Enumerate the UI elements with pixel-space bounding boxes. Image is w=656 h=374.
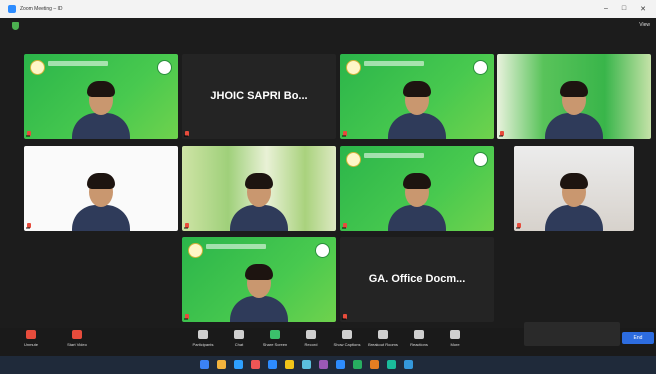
taskbar-app-icon[interactable] <box>200 360 209 369</box>
start-video-button[interactable]: Start Video <box>62 330 92 347</box>
close-button[interactable]: ✕ <box>640 5 646 13</box>
control-label: More <box>450 342 460 347</box>
participant-name-tag <box>184 135 188 137</box>
participant-video <box>543 79 605 139</box>
tile-7[interactable] <box>340 146 494 231</box>
unmute-icon <box>26 330 36 339</box>
record-button[interactable]: Record <box>296 330 326 347</box>
taskbar-app-icon[interactable] <box>217 360 226 369</box>
chat-preview[interactable] <box>524 322 620 346</box>
taskbar-app-icon[interactable] <box>404 360 413 369</box>
control-label: Participants <box>192 342 214 347</box>
participant-video <box>386 171 448 231</box>
participants-button[interactable]: Participants <box>188 330 218 347</box>
zoom-app-icon <box>8 5 16 13</box>
participant-name-tag <box>184 227 188 229</box>
control-label: Chat <box>234 342 244 347</box>
tile-2[interactable]: JHOIC SAPRI Bo... <box>182 54 336 139</box>
taskbar-app-icon[interactable] <box>285 360 294 369</box>
participant-display-name: JHOIC SAPRI Bo... <box>210 90 308 102</box>
tile-1[interactable] <box>24 54 178 139</box>
control-label: Reactions <box>410 342 428 347</box>
more-button[interactable]: More <box>440 330 470 347</box>
end-button[interactable]: End <box>622 332 654 344</box>
window-controls: – □ ✕ <box>604 5 646 13</box>
partner-logo-icon <box>473 60 488 75</box>
unmute-button[interactable]: Unmute <box>16 330 46 347</box>
institution-logo-icon <box>346 60 361 75</box>
participant-video <box>543 171 605 231</box>
virtual-background-banner <box>364 153 424 158</box>
participant-video <box>386 79 448 139</box>
partner-logo-icon <box>473 152 488 167</box>
tile-10[interactable]: GA. Office Docm... <box>340 237 494 322</box>
participant-name-tag <box>342 318 346 320</box>
control-label: Breakout Rooms <box>368 342 398 347</box>
share-screen-button[interactable]: Share Screen <box>260 330 290 347</box>
zoom-window: Zoom Meeting – ID – □ ✕ View JHOIC SAPRI… <box>0 0 656 374</box>
participant-video <box>228 262 290 322</box>
reactions-icon <box>414 330 424 339</box>
participant-name-tag <box>184 318 188 320</box>
tile-4[interactable] <box>497 54 651 139</box>
participant-video <box>70 79 132 139</box>
window-title: Zoom Meeting – ID <box>20 6 63 12</box>
taskbar-app-icon[interactable] <box>234 360 243 369</box>
control-label: Share Screen <box>262 342 288 347</box>
institution-logo-icon <box>30 60 45 75</box>
windows-taskbar <box>0 356 656 374</box>
meeting-top-bar: View <box>0 18 656 36</box>
taskbar-app-icon[interactable] <box>302 360 311 369</box>
taskbar-app-icon[interactable] <box>251 360 260 369</box>
tile-3[interactable] <box>340 54 494 139</box>
more-icon <box>450 330 460 339</box>
tile-9[interactable] <box>182 237 336 322</box>
view-button[interactable]: View <box>639 22 650 28</box>
shield-icon[interactable] <box>12 22 19 30</box>
participant-name-tag <box>26 227 30 229</box>
tile-5[interactable] <box>24 146 178 231</box>
maximize-button[interactable]: □ <box>622 5 626 13</box>
chat-button[interactable]: Chat <box>224 330 254 347</box>
record-icon <box>306 330 316 339</box>
control-label: Show Captions <box>333 342 361 347</box>
control-label: Unmute <box>23 342 38 347</box>
institution-logo-icon <box>346 152 361 167</box>
share-screen-icon <box>270 330 280 339</box>
taskbar-app-icon[interactable] <box>370 360 379 369</box>
taskbar-app-icon[interactable] <box>336 360 345 369</box>
participant-video <box>70 171 132 231</box>
participant-name-tag <box>26 135 30 137</box>
participant-display-name: GA. Office Docm... <box>368 273 466 285</box>
participant-name-tag <box>342 227 346 229</box>
participant-name-tag <box>499 135 503 137</box>
tile-6[interactable] <box>182 146 336 231</box>
show-captions-icon <box>342 330 352 339</box>
participant-video <box>228 171 290 231</box>
chat-icon <box>234 330 244 339</box>
show-captions-button[interactable]: Show Captions <box>332 330 362 347</box>
control-label: Start Video <box>67 342 87 347</box>
taskbar-app-icon[interactable] <box>387 360 396 369</box>
participant-name-tag <box>342 135 346 137</box>
virtual-background-banner <box>48 61 108 66</box>
breakout-rooms-button[interactable]: Breakout Rooms <box>368 330 398 347</box>
control-label: Record <box>304 342 318 347</box>
partner-logo-icon <box>315 243 330 258</box>
minimize-button[interactable]: – <box>604 5 608 13</box>
breakout-rooms-icon <box>378 330 388 339</box>
virtual-background-banner <box>206 244 266 249</box>
taskbar-app-icon[interactable] <box>268 360 277 369</box>
institution-logo-icon <box>188 243 203 258</box>
partner-logo-icon <box>157 60 172 75</box>
taskbar-app-icon[interactable] <box>353 360 362 369</box>
start-video-icon <box>72 330 82 339</box>
title-bar: Zoom Meeting – ID – □ ✕ <box>0 0 656 18</box>
taskbar-app-icon[interactable] <box>319 360 328 369</box>
participant-name-tag <box>516 227 520 229</box>
reactions-button[interactable]: Reactions <box>404 330 434 347</box>
tile-8[interactable] <box>514 146 634 231</box>
virtual-background-banner <box>364 61 424 66</box>
participants-icon <box>198 330 208 339</box>
